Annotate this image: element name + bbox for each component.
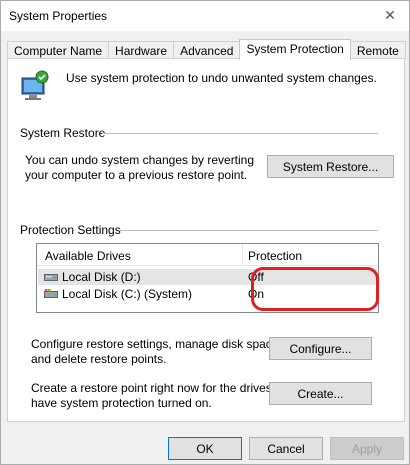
drive-icon xyxy=(44,274,58,281)
apply-button[interactable]: Apply xyxy=(330,437,404,460)
drives-list-header: Available Drives Protection xyxy=(37,244,378,266)
column-available-drives[interactable]: Available Drives xyxy=(45,249,131,263)
tab-hardware[interactable]: Hardware xyxy=(108,41,175,59)
create-button[interactable]: Create... xyxy=(269,382,372,405)
create-text-line1: Create a restore point right now for the… xyxy=(31,381,296,395)
system-drive-icon xyxy=(44,289,58,298)
title-bar: System Properties ✕ xyxy=(1,1,409,31)
system-protection-panel: Use system protection to undo unwanted s… xyxy=(7,58,405,422)
system-protection-icon xyxy=(21,70,49,100)
tab-remote[interactable]: Remote xyxy=(349,41,406,59)
tab-computer-name[interactable]: Computer Name xyxy=(7,41,110,59)
protection-settings-heading: Protection Settings xyxy=(20,223,121,237)
configure-text-line1: Configure restore settings, manage disk … xyxy=(31,337,282,351)
system-restore-text-line2: your computer to a previous restore poin… xyxy=(25,168,248,182)
column-separator[interactable] xyxy=(242,244,243,266)
system-restore-text-line1: You can undo system changes by reverting xyxy=(25,153,255,167)
create-description: Create a restore point right now for the… xyxy=(31,381,295,411)
intro-text: Use system protection to undo unwanted s… xyxy=(66,71,377,85)
window-title: System Properties xyxy=(9,9,108,23)
ok-button[interactable]: OK xyxy=(168,437,242,460)
system-restore-description: You can undo system changes by reverting… xyxy=(25,153,254,183)
system-restore-button[interactable]: System Restore... xyxy=(267,155,394,178)
cancel-button[interactable]: Cancel xyxy=(249,437,323,460)
create-text-line2: have system protection turned on. xyxy=(31,396,212,410)
divider xyxy=(102,133,378,134)
system-restore-heading: System Restore xyxy=(20,126,106,140)
drive-name: Local Disk (C:) (System) xyxy=(62,287,193,301)
configure-text-line2: and delete restore points. xyxy=(31,352,167,366)
configure-button[interactable]: Configure... xyxy=(269,337,372,360)
column-protection[interactable]: Protection xyxy=(248,249,302,263)
drive-name: Local Disk (D:) xyxy=(62,270,141,284)
close-icon[interactable]: ✕ xyxy=(379,5,401,25)
tab-bar: Computer Name Hardware Advanced System P… xyxy=(7,39,406,60)
system-properties-window: System Properties ✕ Computer Name Hardwa… xyxy=(0,0,410,465)
tab-system-protection[interactable]: System Protection xyxy=(239,39,351,60)
tab-advanced[interactable]: Advanced xyxy=(173,41,241,59)
configure-description: Configure restore settings, manage disk … xyxy=(31,337,282,367)
highlight-annotation xyxy=(251,267,379,311)
divider xyxy=(120,230,378,231)
